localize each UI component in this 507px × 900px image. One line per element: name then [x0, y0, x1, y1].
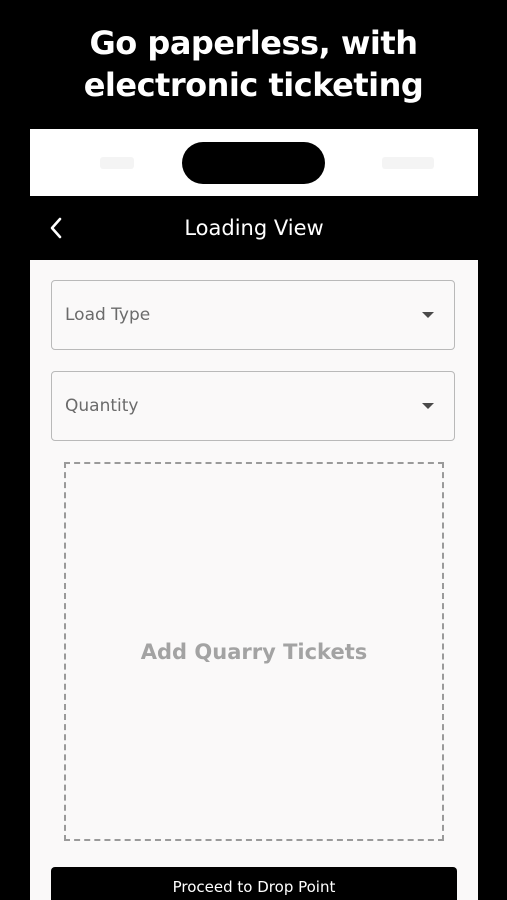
app-store-screenshot: Go paperless, with electronic ticketing …: [0, 0, 507, 900]
proceed-to-drop-point-button[interactable]: Proceed to Drop Point: [51, 867, 457, 900]
caret-down-icon: [422, 403, 434, 409]
promo-headline: Go paperless, with electronic ticketing: [0, 22, 507, 106]
page-title: Loading View: [184, 216, 324, 240]
back-button[interactable]: [40, 212, 72, 244]
add-quarry-tickets-label: Add Quarry Tickets: [140, 639, 368, 664]
load-type-select[interactable]: Load Type: [51, 280, 455, 350]
caret-down-icon: [422, 312, 434, 318]
chevron-left-icon: [50, 217, 62, 239]
status-time-placeholder: [100, 157, 134, 169]
quantity-placeholder: Quantity: [65, 396, 139, 416]
promo-headline-line2: electronic ticketing: [83, 66, 424, 104]
phone-screen: Loading View Load Type Quantity Add Quar…: [30, 129, 478, 900]
add-quarry-tickets-dropzone[interactable]: Add Quarry Tickets: [64, 462, 444, 841]
load-type-placeholder: Load Type: [65, 305, 151, 325]
status-icons-placeholder: [382, 157, 434, 169]
dynamic-island: [182, 142, 325, 184]
quantity-select[interactable]: Quantity: [51, 371, 455, 441]
navigation-bar: Loading View: [30, 196, 478, 260]
status-bar: [30, 129, 478, 196]
promo-headline-line1: Go paperless, with: [89, 24, 418, 62]
